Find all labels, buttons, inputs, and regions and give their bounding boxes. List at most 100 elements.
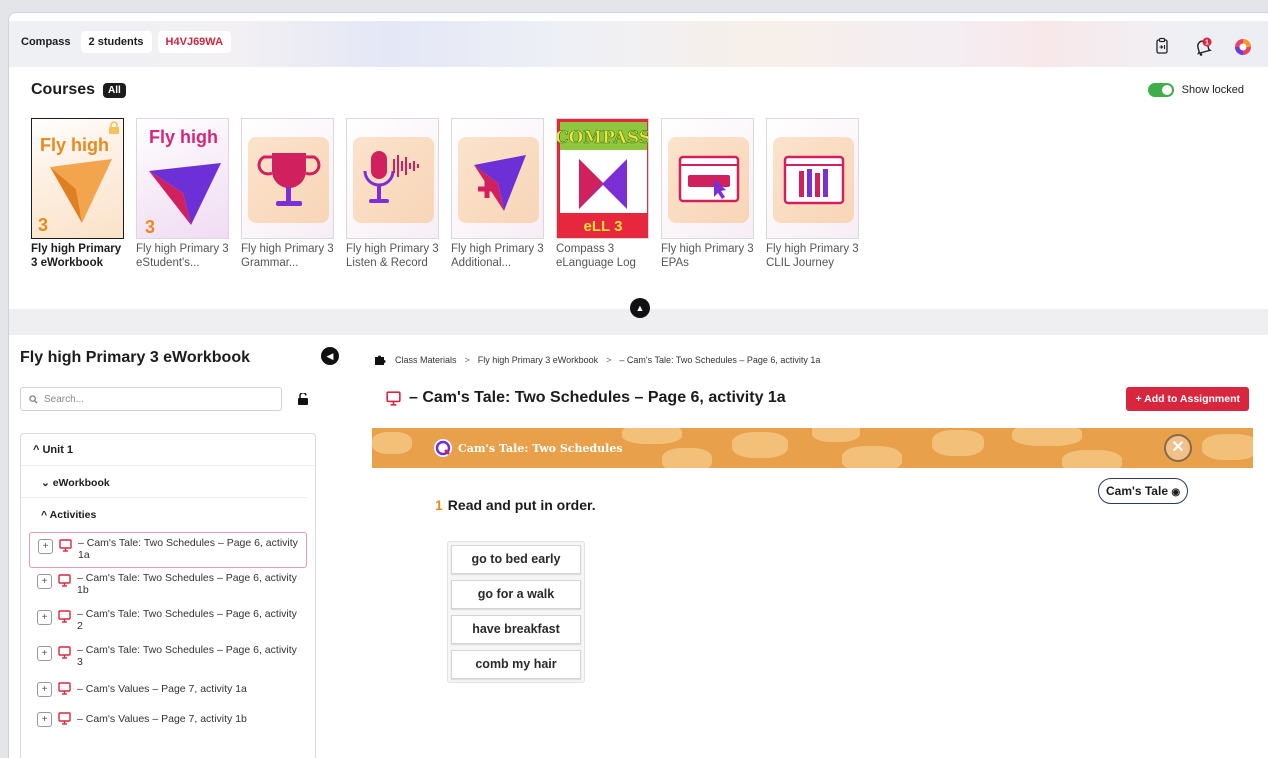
cover-level: 3 bbox=[38, 215, 48, 235]
chevron-up-icon: ^ bbox=[41, 509, 50, 521]
activity-item[interactable]: + – Cam's Tale: Two Schedules – Page 6, … bbox=[29, 640, 307, 676]
activity-item-selected[interactable]: + – Cam's Tale: Two Schedules – Page 6, … bbox=[29, 532, 307, 568]
sidebar: Fly high Primary 3 eWorkbook ◀ Search...… bbox=[9, 335, 339, 758]
cover-level: 3 bbox=[145, 217, 155, 237]
breadcrumb-root[interactable]: Class Materials bbox=[395, 355, 457, 365]
tree-section-activities[interactable]: ^ Activities bbox=[21, 498, 315, 532]
puzzle-icon bbox=[375, 355, 386, 365]
microphone-icon bbox=[363, 151, 419, 203]
subsection-label: Activities bbox=[49, 509, 97, 521]
cams-tale-label: Cam's Tale bbox=[1106, 484, 1168, 498]
activity-item[interactable]: + – Cam's Tale: Two Schedules – Page 6, … bbox=[29, 604, 307, 640]
add-icon[interactable]: + bbox=[38, 539, 53, 554]
cover-subtitle: eLL 3 bbox=[584, 218, 623, 235]
monitor-icon bbox=[58, 610, 71, 623]
plus-icon: + bbox=[1135, 393, 1145, 405]
add-icon[interactable]: + bbox=[37, 610, 52, 625]
fly-high-cover-art: Fly high 3 bbox=[38, 135, 112, 235]
activity-item[interactable]: + – Cam's Values – Page 7, activity 1a bbox=[29, 676, 307, 706]
browser-pencils-icon bbox=[783, 155, 845, 205]
search-placeholder: Search... bbox=[44, 393, 85, 405]
course-card-epas[interactable]: Fly high Primary 3 EPAs bbox=[661, 118, 754, 270]
activity-label: – Cam's Values – Page 7, activity 1b bbox=[77, 713, 247, 725]
ordering-cards: go to bed early go for a walk have break… bbox=[447, 541, 585, 683]
lock-icon bbox=[109, 121, 119, 134]
plus-arrow-icon bbox=[474, 155, 526, 211]
instruction-number: 1 bbox=[435, 497, 443, 513]
class-code-pill[interactable]: H4VJ69WA bbox=[157, 31, 232, 53]
activity-label: – Cam's Tale: Two Schedules – Page 6, ac… bbox=[77, 644, 297, 668]
add-icon[interactable]: + bbox=[37, 574, 52, 589]
draggable-card[interactable]: go to bed early bbox=[451, 545, 581, 574]
activity-item[interactable]: + – Cam's Tale: Two Schedules – Page 6, … bbox=[29, 568, 307, 604]
monitor-icon bbox=[58, 574, 71, 587]
notification-count: 1 bbox=[1205, 40, 1209, 47]
collapse-courses-button[interactable]: ▲ bbox=[630, 298, 650, 318]
unlock-icon[interactable] bbox=[297, 393, 309, 405]
draggable-card[interactable]: have breakfast bbox=[451, 615, 581, 644]
profile-logo-icon[interactable] bbox=[1233, 37, 1251, 55]
course-card-eworkbook[interactable]: Fly high 3 Fly high Primary 3 eWorkbook bbox=[31, 118, 124, 270]
course-card-grammar[interactable]: Fly high Primary 3 Grammar... bbox=[241, 118, 334, 270]
banner-title: Cam's Tale: Two Schedules bbox=[458, 441, 623, 455]
trophy-icon bbox=[257, 153, 321, 206]
app-window: Compass 2 students H4VJ69WA 1 Courses Al… bbox=[8, 12, 1268, 758]
section-label: eWorkbook bbox=[52, 477, 110, 489]
show-locked-label: Show locked bbox=[1181, 84, 1244, 96]
search-icon bbox=[29, 394, 38, 404]
add-icon[interactable]: + bbox=[37, 682, 52, 697]
clipboard-icon[interactable] bbox=[1153, 37, 1171, 55]
draggable-card[interactable]: go for a walk bbox=[451, 580, 581, 609]
draggable-card[interactable]: comb my hair bbox=[451, 650, 581, 679]
chevron-up-icon: ▲ bbox=[635, 303, 645, 313]
main-content: Class Materials > Fly high Primary 3 eWo… bbox=[346, 335, 1268, 758]
bell-icon[interactable]: 1 bbox=[1193, 37, 1212, 56]
monitor-icon bbox=[59, 539, 72, 552]
course-title: Fly high Primary 3 Additional... bbox=[451, 243, 544, 269]
close-button[interactable]: ✕ bbox=[1164, 434, 1192, 462]
course-card-elanguage-log[interactable]: COMPASS eLL 3 Compass 3 eLanguage Log bbox=[556, 118, 649, 270]
tree-section-eworkbook[interactable]: ⌄ eWorkbook bbox=[21, 466, 307, 498]
add-to-assignment-label: Add to Assignment bbox=[1144, 393, 1240, 405]
course-card-clil-journey[interactable]: Fly high Primary 3 CLIL Journey bbox=[766, 118, 859, 270]
add-icon[interactable]: + bbox=[37, 646, 52, 661]
add-to-assignment-button[interactable]: + Add to Assignment bbox=[1126, 387, 1249, 411]
courses-filter-badge[interactable]: All bbox=[103, 82, 126, 98]
page-title-text: – Cam's Tale: Two Schedules – Page 6, ac… bbox=[409, 389, 786, 406]
course-title: Fly high Primary 3 EPAs bbox=[661, 243, 754, 269]
activity-label: – Cam's Tale: Two Schedules – Page 6, ac… bbox=[77, 608, 297, 632]
collapse-sidebar-button[interactable]: ◀ bbox=[321, 347, 339, 365]
cams-tale-button[interactable]: Cam's Tale ◉ bbox=[1098, 478, 1189, 504]
page-title: – Cam's Tale: Two Schedules – Page 6, ac… bbox=[386, 389, 786, 407]
add-icon[interactable]: + bbox=[37, 712, 52, 727]
course-title: Fly high Primary 3 CLIL Journey bbox=[766, 243, 859, 269]
course-card-additional[interactable]: Fly high Primary 3 Additional... bbox=[451, 118, 544, 270]
courses-title: Courses bbox=[31, 81, 96, 98]
monitor-icon bbox=[386, 390, 401, 406]
monitor-icon bbox=[58, 712, 71, 725]
students-pill[interactable]: 2 students bbox=[80, 31, 152, 53]
activity-label: – Cam's Tale: Two Schedules – Page 6, ac… bbox=[77, 572, 297, 596]
course-card-listen-record[interactable]: Fly high Primary 3 Listen & Record bbox=[346, 118, 439, 270]
monitor-icon bbox=[58, 682, 71, 695]
activity-banner: Cam's Tale: Two Schedules ✕ bbox=[372, 428, 1253, 468]
instruction: 1 Read and put in order. bbox=[435, 497, 596, 513]
top-bar: Compass 2 students H4VJ69WA 1 bbox=[9, 21, 1268, 67]
search-input[interactable]: Search... bbox=[20, 387, 282, 411]
cover-logo-text: COMPASS bbox=[557, 128, 649, 148]
unit-label: Unit 1 bbox=[42, 444, 74, 456]
breadcrumb-current: – Cam's Tale: Two Schedules – Page 6, ac… bbox=[619, 354, 821, 365]
fly-high-cover-art: Fly high 3 bbox=[145, 127, 221, 237]
chevron-down-icon: ⌄ bbox=[41, 477, 53, 489]
breadcrumb-course[interactable]: Fly high Primary 3 eWorkbook bbox=[478, 355, 598, 365]
course-title: Compass 3 eLanguage Log bbox=[556, 243, 636, 269]
chevron-left-icon: ◀ bbox=[326, 351, 334, 361]
browser-click-icon bbox=[678, 155, 740, 203]
course-card-estudents[interactable]: Fly high 3 Fly high Primary 3 eStudent's… bbox=[136, 118, 229, 270]
brand-label: Compass bbox=[21, 36, 71, 48]
close-icon: ✕ bbox=[1171, 439, 1185, 456]
show-locked-toggle[interactable] bbox=[1147, 83, 1174, 97]
activity-item[interactable]: + – Cam's Values – Page 7, activity 1b bbox=[29, 706, 307, 736]
tree-unit-1[interactable]: ^ Unit 1 bbox=[21, 434, 315, 466]
monitor-icon bbox=[58, 646, 71, 659]
